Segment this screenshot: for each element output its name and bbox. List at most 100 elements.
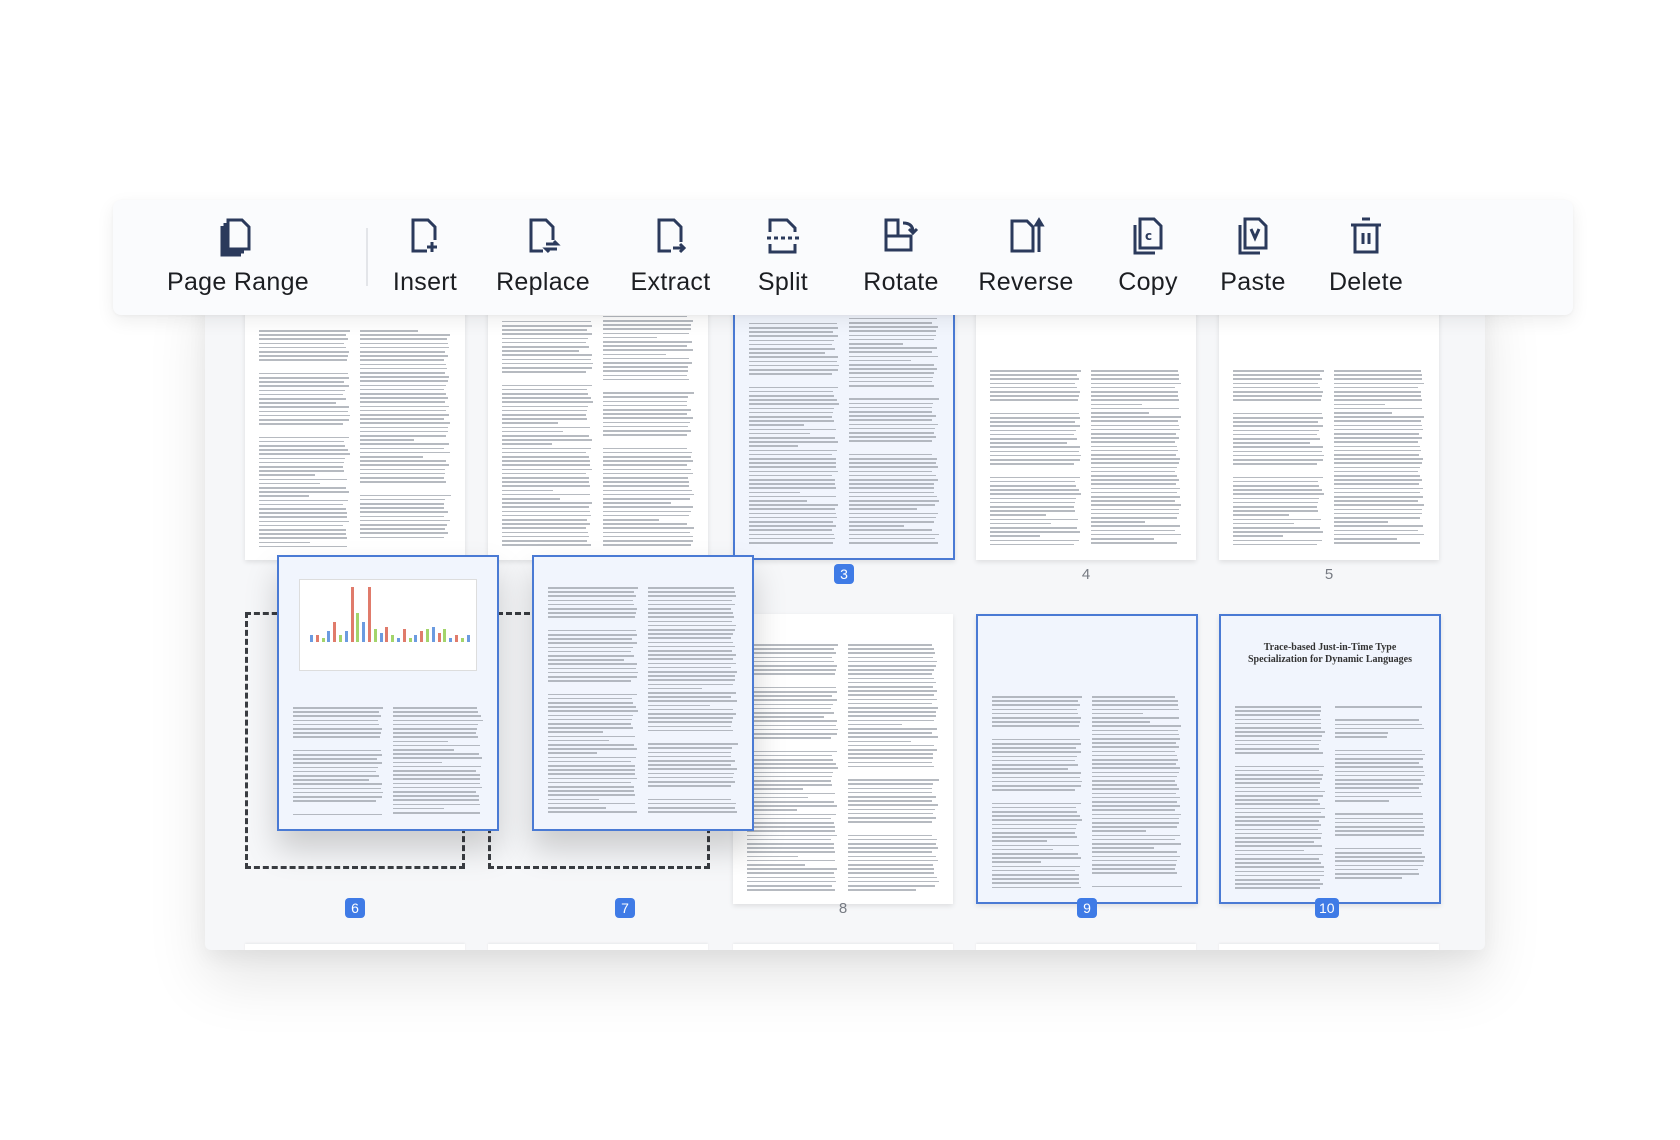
text-line <box>360 515 444 518</box>
text-line <box>648 807 735 809</box>
text-line <box>259 372 348 375</box>
text-line <box>259 478 347 481</box>
text-line <box>849 508 917 510</box>
rotate-button[interactable]: Rotate <box>841 214 961 304</box>
text-line <box>848 761 933 764</box>
text-line <box>1092 817 1180 820</box>
text-line <box>360 472 446 475</box>
figure-bar <box>362 622 366 642</box>
text-line <box>990 489 1080 491</box>
text-line <box>393 807 444 810</box>
text-line <box>749 335 838 337</box>
page-thumbnail-6[interactable] <box>277 555 499 831</box>
figure-bar <box>437 633 441 642</box>
text-line <box>1334 386 1419 389</box>
text-line <box>992 886 1082 889</box>
text-line <box>749 348 835 350</box>
extract-button[interactable]: Extract <box>618 214 723 304</box>
paste-button[interactable]: Paste <box>1203 214 1303 304</box>
text-line <box>849 419 932 421</box>
text-line <box>992 836 1077 838</box>
text-line <box>259 334 346 336</box>
text-line <box>603 434 688 436</box>
copy-button[interactable]: c Copy <box>1098 214 1198 304</box>
text-line <box>360 346 449 349</box>
split-button[interactable]: Split <box>733 214 833 304</box>
text-line <box>1335 758 1423 760</box>
text-line <box>603 464 687 466</box>
text-line <box>1091 382 1182 385</box>
text-line <box>1233 429 1319 432</box>
text-line <box>992 772 1081 774</box>
figure-bar <box>310 635 313 642</box>
insert-button[interactable]: Insert <box>375 214 475 304</box>
svg-text:c: c <box>1145 229 1152 243</box>
text-line <box>1235 828 1319 831</box>
text-line <box>293 796 383 798</box>
text-line <box>360 393 446 395</box>
text-line <box>992 780 1082 783</box>
text-line <box>1235 743 1320 746</box>
text-line <box>360 456 423 458</box>
text-line <box>259 461 344 464</box>
page-grid[interactable]: Languages 3 4 5 Trace-based Just-in-Time… <box>205 270 1485 950</box>
text-line <box>648 721 733 723</box>
text-line <box>393 749 454 751</box>
text-line <box>548 777 638 780</box>
text-line <box>360 524 447 526</box>
page-thumbnail-8[interactable] <box>733 614 953 904</box>
delete-button[interactable]: Delete <box>1311 214 1421 304</box>
text-line <box>648 620 733 623</box>
text-line <box>293 800 377 802</box>
text-line <box>393 753 479 755</box>
text-line <box>747 784 833 786</box>
figure-bar <box>356 613 360 642</box>
text-line <box>1233 442 1311 444</box>
page-thumbnail-7[interactable] <box>532 555 754 831</box>
page-thumbnail-10[interactable]: Trace-based Just-in-Time Type Specializa… <box>1219 614 1441 904</box>
text-line <box>1091 487 1180 490</box>
text-line <box>990 421 1075 423</box>
text-line <box>749 420 834 422</box>
reverse-button[interactable]: Reverse <box>966 214 1086 304</box>
text-line <box>1092 767 1181 769</box>
text-line <box>848 872 934 874</box>
text-line <box>1335 800 1389 802</box>
text-line <box>548 723 631 725</box>
extract-label: Extract <box>630 268 711 296</box>
page-number-5: 5 <box>1324 566 1334 583</box>
text-line <box>849 359 911 362</box>
text-line <box>502 422 558 424</box>
text-line <box>1233 514 1289 516</box>
text-line <box>1235 803 1321 805</box>
text-line <box>848 757 934 759</box>
text-line <box>393 778 480 780</box>
text-line <box>848 847 938 849</box>
text-line <box>603 430 692 432</box>
text-line <box>1091 416 1181 418</box>
text-line <box>747 809 797 811</box>
text-line <box>747 847 835 849</box>
text-line <box>648 591 735 593</box>
text-line <box>747 872 834 874</box>
text-line <box>648 713 737 715</box>
text-line <box>848 812 934 815</box>
text-line <box>848 652 936 654</box>
text-line <box>502 371 586 373</box>
text-line <box>603 472 693 475</box>
text-line <box>990 539 1079 542</box>
text-line <box>849 376 934 379</box>
figure-bar <box>449 637 453 642</box>
replace-button[interactable]: Replace <box>488 214 598 304</box>
page-range-button[interactable]: Page Range <box>163 214 313 304</box>
text-line <box>747 712 834 714</box>
page-thumbnail-9[interactable] <box>976 614 1198 904</box>
text-line <box>548 765 635 767</box>
text-line <box>502 498 561 500</box>
page-range-label: Page Range <box>166 268 309 296</box>
figure-bar <box>321 637 325 642</box>
text-line <box>648 708 733 711</box>
text-line <box>1233 510 1319 512</box>
text-line <box>1334 504 1425 506</box>
text-line <box>749 416 832 418</box>
